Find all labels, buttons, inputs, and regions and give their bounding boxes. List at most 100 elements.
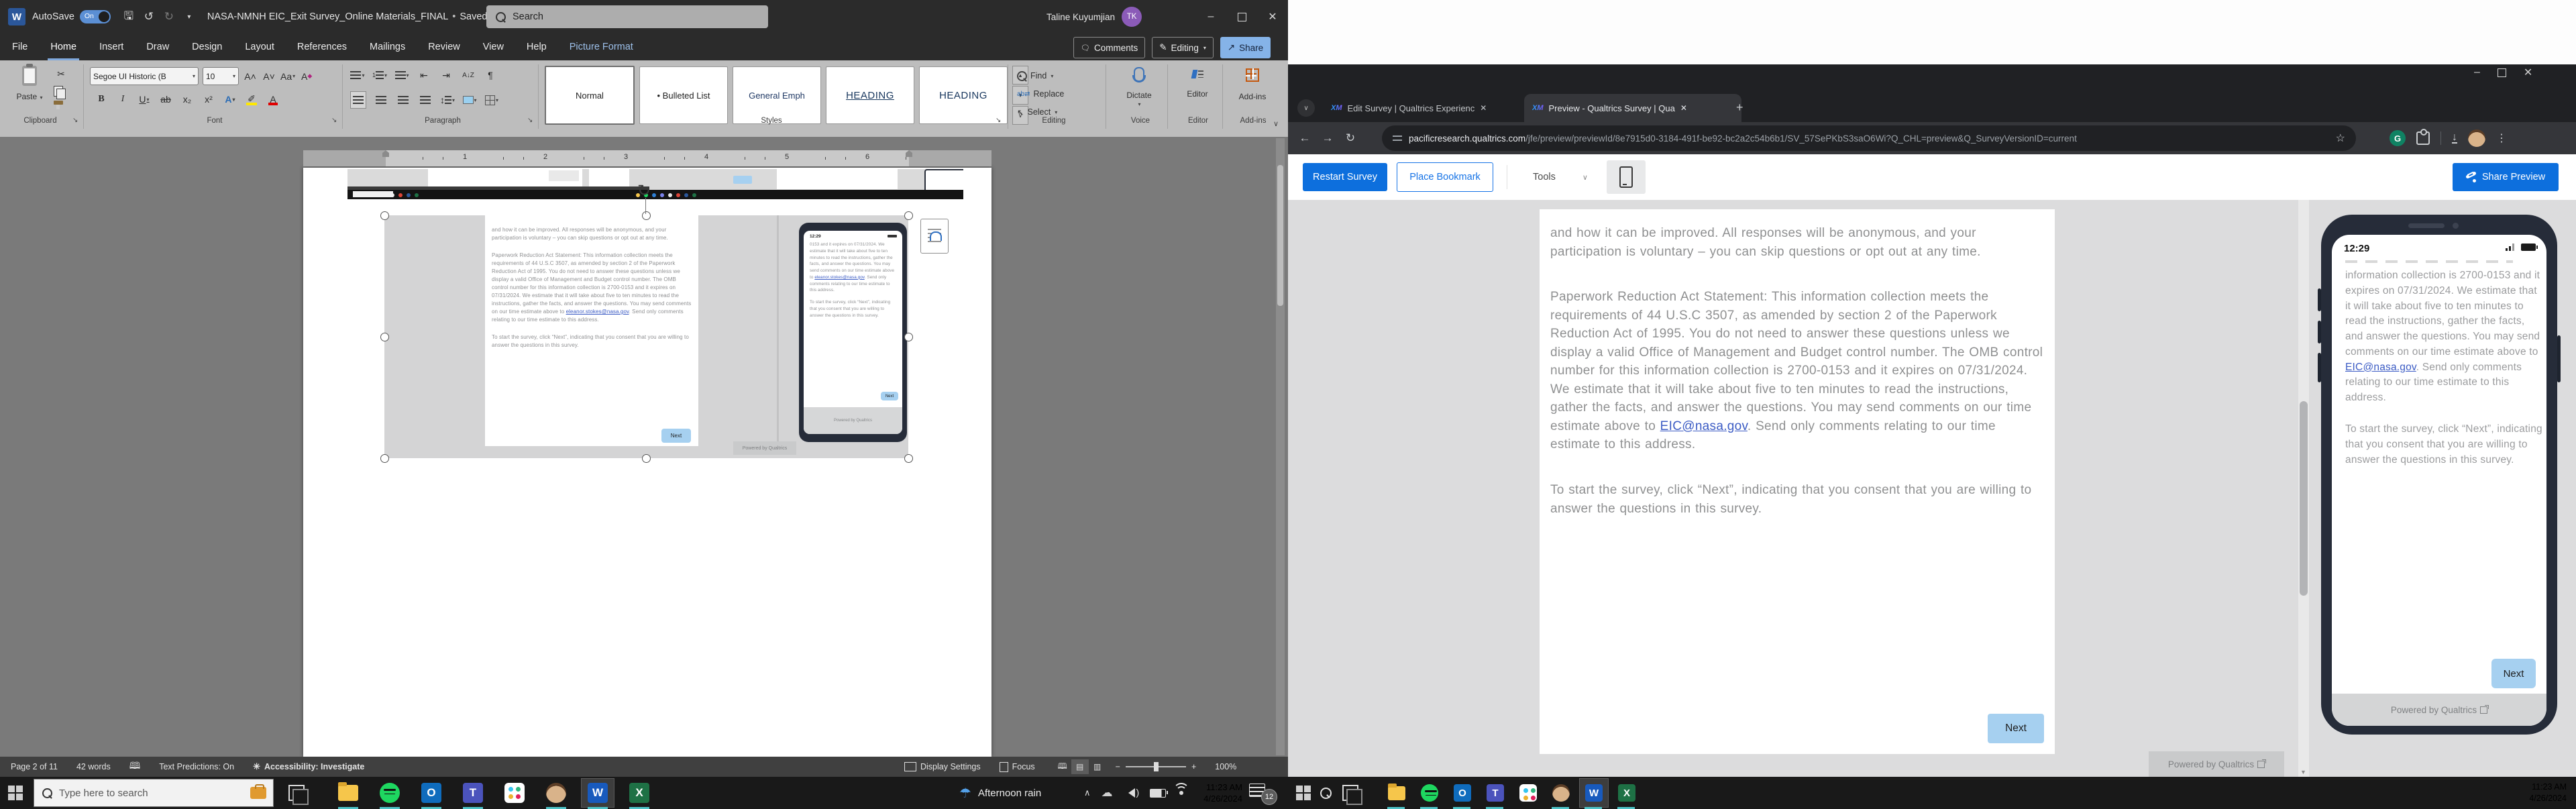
superscript-icon[interactable]: x²: [201, 91, 216, 107]
word-search-box[interactable]: Search: [486, 5, 768, 28]
taskbar-app-chrome[interactable]: [539, 778, 573, 808]
style-normal[interactable]: Normal: [545, 66, 635, 125]
powered-by-qualtrics[interactable]: Powered by Qualtrics: [2149, 751, 2284, 777]
grammarly-extension-icon[interactable]: G: [2390, 130, 2406, 146]
tab-draw[interactable]: Draw: [144, 34, 172, 60]
format-painter-icon[interactable]: [54, 101, 63, 105]
bullets-icon[interactable]: ▾: [350, 67, 365, 83]
decrease-indent-icon[interactable]: ⇤: [417, 67, 431, 83]
line-spacing-icon[interactable]: ↕▾: [440, 92, 455, 108]
styles-dialog-launcher[interactable]: ↘: [996, 117, 1001, 124]
style-heading2[interactable]: HEADING: [919, 66, 1008, 124]
tools-chevron-icon[interactable]: ∨: [1582, 173, 1588, 182]
taskbar-app-spotify[interactable]: [1415, 778, 1444, 808]
next-button[interactable]: Next: [1988, 714, 2044, 743]
onedrive-icon[interactable]: ☁: [1102, 786, 1113, 800]
bold-icon[interactable]: B: [94, 91, 109, 107]
cut-icon[interactable]: ✂: [54, 66, 68, 82]
align-center-icon[interactable]: [374, 92, 388, 108]
change-case-icon[interactable]: Aa▾: [280, 68, 295, 85]
zoom-in-icon[interactable]: +: [1191, 762, 1196, 771]
style-general-emph[interactable]: General Emph: [733, 66, 821, 124]
tab-close-icon[interactable]: ✕: [1480, 103, 1487, 113]
back-icon[interactable]: ←: [1293, 131, 1316, 145]
taskbar-clock[interactable]: 11:23 AM4/26/2024: [1181, 781, 1242, 804]
taskbar-app-excel[interactable]: X: [623, 778, 656, 808]
forward-icon[interactable]: →: [1316, 131, 1339, 145]
taskbar-clock[interactable]: 11:23 AM4/26/2024: [2506, 781, 2567, 804]
italic-icon[interactable]: I: [115, 91, 130, 107]
editing-mode-button[interactable]: ✎Editing▾: [1152, 37, 1214, 58]
reload-icon[interactable]: ↻: [1339, 131, 1362, 145]
restore-button[interactable]: [1226, 0, 1257, 34]
display-settings[interactable]: Display Settings: [904, 762, 981, 771]
email-link[interactable]: EIC@nasa.gov: [1660, 419, 1748, 433]
taskbar-app-outlook[interactable]: O: [1448, 778, 1477, 808]
replace-button[interactable]: ab⇄Replace: [1017, 87, 1064, 101]
taskbar-search-box[interactable]: Type here to search: [34, 779, 274, 807]
chrome-minimize-button[interactable]: –: [2474, 66, 2480, 78]
task-view-icon[interactable]: [288, 785, 305, 801]
taskbar-app-slack[interactable]: [498, 778, 531, 808]
chrome-restore-button[interactable]: [2498, 68, 2506, 77]
word-scrollbar-thumb[interactable]: [1277, 165, 1283, 306]
taskbar-app-word[interactable]: W: [581, 778, 614, 808]
omnibox[interactable]: pacificresearch.qualtrics.com/jfe/previe…: [1382, 125, 2356, 151]
new-tab-icon[interactable]: +: [1736, 101, 1743, 115]
shrink-font-icon[interactable]: A˅: [262, 68, 276, 85]
word-scrollbar[interactable]: [1276, 138, 1285, 755]
search-icon[interactable]: [1320, 788, 1332, 799]
rotate-handle-icon[interactable]: ↻: [637, 181, 651, 201]
scroll-down-icon[interactable]: ▼: [2300, 769, 2306, 775]
taskbar-app-file-explorer[interactable]: [331, 778, 365, 808]
volume-icon[interactable]: [1124, 787, 1140, 799]
close-button[interactable]: ✕: [1257, 0, 1288, 34]
tab-close-icon[interactable]: ✕: [1680, 103, 1687, 113]
save-icon[interactable]: 🖫: [119, 7, 139, 27]
tab-help[interactable]: Help: [524, 34, 549, 60]
minimize-button[interactable]: –: [1195, 0, 1226, 34]
align-left-icon[interactable]: [350, 91, 366, 109]
menu-kebab-icon[interactable]: ⋮: [2496, 131, 2507, 145]
print-layout-icon[interactable]: ▤: [1071, 759, 1089, 774]
share-button[interactable]: ↗Share: [1220, 37, 1271, 58]
focus-mode[interactable]: Focus: [1000, 762, 1035, 772]
addins-button[interactable]: Add-ins: [1230, 68, 1275, 101]
tools-dropdown[interactable]: Tools: [1533, 172, 1556, 182]
tab-file[interactable]: File: [9, 34, 30, 60]
multilevel-list-icon[interactable]: ▾: [394, 67, 409, 83]
text-effects-icon[interactable]: A▾: [223, 91, 237, 107]
clear-formatting-icon[interactable]: A◆: [299, 68, 314, 85]
zoom-out-icon[interactable]: −: [1116, 762, 1120, 771]
survey-scrollbar-thumb[interactable]: [2300, 401, 2308, 596]
site-info-icon[interactable]: [1393, 135, 1402, 142]
tab-preview-survey[interactable]: XM Preview - Qualtrics Survey | Qua ✕: [1524, 94, 1741, 122]
undo-icon[interactable]: ↺: [139, 10, 159, 23]
text-predictions[interactable]: Text Predictions: On: [159, 762, 234, 771]
shading-icon[interactable]: ▾: [462, 92, 477, 108]
tab-insert[interactable]: Insert: [97, 34, 126, 60]
taskbar-app-spotify[interactable]: [373, 778, 407, 808]
tray-chevron-icon[interactable]: ∧: [1084, 788, 1091, 798]
embedded-survey-screenshot[interactable]: and how it can be improved. All response…: [384, 215, 908, 458]
paragraph-dialog-launcher[interactable]: ↘: [527, 117, 533, 124]
paste-button[interactable]: Paste ▾: [9, 66, 50, 101]
tab-review[interactable]: Review: [425, 34, 463, 60]
tab-edit-survey[interactable]: XM Edit Survey | Qualtrics Experienc ✕: [1323, 94, 1538, 122]
tab-picture-format[interactable]: Picture Format: [567, 34, 636, 60]
page-indicator[interactable]: Page 2 of 11: [11, 762, 58, 771]
style-heading1[interactable]: HEADING: [826, 66, 914, 124]
mobile-preview-button[interactable]: [1607, 160, 1646, 194]
highlight-icon[interactable]: ✐: [244, 91, 259, 107]
taskbar-app-slack[interactable]: [1513, 778, 1543, 808]
avatar[interactable]: TK: [1122, 7, 1142, 27]
phone-next-button[interactable]: Next: [2491, 659, 2536, 688]
tab-search-icon[interactable]: ∨: [1297, 99, 1315, 117]
restart-survey-button[interactable]: Restart Survey: [1303, 163, 1387, 191]
horizontal-ruler[interactable]: 1 2 3 4 5 6: [303, 150, 991, 166]
editor-button[interactable]: Editor: [1175, 68, 1220, 99]
notification-badge[interactable]: 12: [1261, 789, 1277, 805]
phone-email-link[interactable]: EIC@nasa.gov: [2345, 362, 2416, 373]
sort-icon[interactable]: A↓Z: [461, 67, 476, 83]
weather-text[interactable]: Afternoon rain: [978, 788, 1041, 799]
